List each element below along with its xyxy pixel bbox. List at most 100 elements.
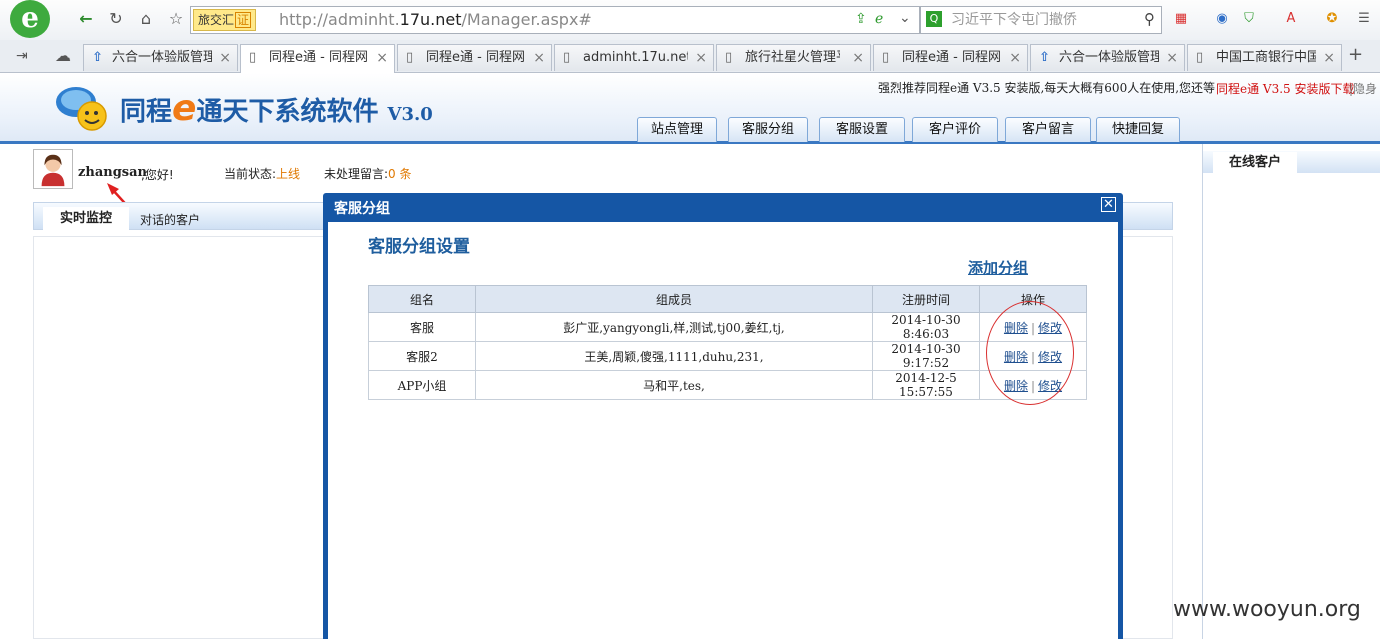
- search-engine-icon[interactable]: Q: [926, 11, 942, 27]
- close-tab-icon[interactable]: ×: [219, 45, 231, 71]
- close-tab-icon[interactable]: ×: [1009, 45, 1021, 71]
- url-domain: 17u.net: [399, 10, 462, 29]
- watermark: www.wooyun.org: [1173, 597, 1361, 622]
- close-tab-icon[interactable]: ×: [695, 45, 707, 71]
- invisible-link[interactable]: |隐身: [1349, 80, 1377, 97]
- back-arrow-icon[interactable]: ←: [75, 9, 97, 29]
- table-row: APP小组 马和平,tes, 2014-12-5 15:57:55 删除 | 修改: [368, 370, 1087, 400]
- sidebar-toggle-icon[interactable]: ⇥: [16, 48, 28, 64]
- upload-arrow-icon: ⇧: [1039, 50, 1050, 65]
- browser-tab[interactable]: ▯ 旅行社星火管理平 ×: [716, 44, 871, 71]
- tab-label: 同程e通 - 同程网: [902, 50, 1001, 65]
- tab-bar: ⇥ ☁ ⇧ 六合一体验版管理 × ▯ 同程e通 - 同程网 × ▯ 同程e通 -…: [0, 40, 1380, 73]
- browser-tab[interactable]: ⇧ 六合一体验版管理 ×: [1030, 44, 1185, 71]
- avatar: [33, 149, 73, 189]
- tab-realtime-monitor[interactable]: 实时监控: [43, 207, 129, 231]
- close-tab-icon[interactable]: ×: [1323, 45, 1335, 71]
- page-icon: ▯: [882, 50, 890, 65]
- add-group-link[interactable]: 添加分组: [968, 257, 1028, 278]
- pending-messages: 未处理留言:0 条: [324, 165, 412, 182]
- status-value[interactable]: 上线: [276, 167, 300, 181]
- search-icon[interactable]: ⚲: [1144, 10, 1155, 28]
- tab-label: 同程e通 - 同程网: [269, 50, 368, 65]
- security-icon[interactable]: ◉: [1213, 10, 1231, 28]
- tab-label: 六合一体验版管理: [112, 50, 212, 65]
- site-badge[interactable]: 旅交汇证: [193, 9, 257, 31]
- upload-arrow-icon: ⇧: [92, 50, 103, 65]
- home-icon[interactable]: ⌂: [135, 9, 157, 29]
- right-panel: [1202, 144, 1380, 639]
- browser-logo[interactable]: e: [10, 0, 50, 38]
- cloud-icon[interactable]: ☁: [55, 46, 71, 65]
- nav-tab-customer-messages[interactable]: 客户留言: [1005, 117, 1091, 142]
- ie-mode-icon[interactable]: ℯ: [875, 11, 883, 27]
- group-table: 组名 组成员 注册时间 操作 客服 彭广亚,yangyongli,样,测试,tj…: [368, 285, 1087, 400]
- annotation-circle: [986, 301, 1074, 405]
- column-header: 注册时间: [872, 285, 980, 313]
- translate-icon[interactable]: A: [1282, 10, 1300, 28]
- close-tab-icon[interactable]: ×: [533, 45, 545, 71]
- star-icon[interactable]: ☆: [165, 9, 187, 29]
- dialog-heading: 客服分组设置: [368, 237, 470, 257]
- brand-title: 同程e通天下系统软件 V3.0: [120, 88, 433, 129]
- tab-label: 六合一体验版管理: [1059, 50, 1159, 65]
- page-icon: ▯: [725, 50, 733, 65]
- status-caption: 当前状态:: [224, 167, 277, 181]
- table-row: 客服2 王美,周颖,傻强,1111,duhu,231, 2014-10-30 9…: [368, 341, 1087, 371]
- nav-tab-service-settings[interactable]: 客服设置: [819, 117, 905, 142]
- address-bar[interactable]: 旅交汇证 http://adminht.17u.net/Manager.aspx…: [190, 6, 920, 34]
- tab-chatting-customers[interactable]: 对话的客户: [140, 211, 200, 228]
- greeting: ,您好!: [141, 168, 174, 182]
- register-time: 2014-10-30 8:46:03: [872, 312, 980, 342]
- group-name: 客服: [368, 312, 476, 342]
- extension-icon[interactable]: ✪: [1323, 10, 1341, 28]
- page-icon: ▯: [249, 50, 257, 65]
- register-time: 2014-12-5 15:57:55: [872, 370, 980, 400]
- group-name: 客服2: [368, 341, 476, 371]
- nav-tab-customer-ratings[interactable]: 客户评价: [912, 117, 998, 142]
- nav-tab-service-groups[interactable]: 客服分组: [728, 117, 808, 142]
- badge-label: 旅交汇: [198, 13, 235, 27]
- tab-label: 旅行社星火管理平: [745, 50, 840, 65]
- nav-tab-site-management[interactable]: 站点管理: [637, 117, 717, 142]
- tab-online-customers[interactable]: 在线客户: [1213, 152, 1297, 174]
- close-tab-icon[interactable]: ×: [376, 45, 388, 71]
- promo-text: 强烈推荐同程e通 V3.5 安装版,每天大概有600人在使用,您还等: [878, 81, 1216, 95]
- browser-tab[interactable]: ▯ 同程e通 - 同程网 ×: [397, 44, 552, 71]
- messages-count[interactable]: 0 条: [388, 167, 411, 181]
- menu-icon[interactable]: ☰: [1355, 10, 1373, 28]
- close-tab-icon[interactable]: ×: [852, 45, 864, 71]
- browser-tab[interactable]: ▯ 中国工商银行中国 ×: [1187, 44, 1342, 71]
- close-tab-icon[interactable]: ×: [1166, 45, 1178, 71]
- browser-tab[interactable]: ⇧ 六合一体验版管理 ×: [83, 44, 238, 71]
- new-tab-button[interactable]: +: [1348, 44, 1363, 65]
- column-header: 组成员: [475, 285, 873, 313]
- tab-label: adminht.17u.net: [583, 50, 688, 65]
- page-icon: ▯: [563, 50, 571, 65]
- dropdown-chevron-icon[interactable]: ⌄: [899, 10, 911, 26]
- url-path: /Manager.aspx#: [461, 10, 592, 29]
- refresh-icon[interactable]: ↻: [105, 9, 127, 29]
- cert-badge: 证: [235, 12, 252, 28]
- nav-tab-quick-reply[interactable]: 快捷回复: [1096, 117, 1180, 142]
- browser-tab[interactable]: ▯ adminht.17u.net ×: [554, 44, 714, 71]
- url-text[interactable]: http://adminht.17u.net/Manager.aspx#: [279, 7, 592, 33]
- page-icon: ▯: [406, 50, 414, 65]
- shield-icon[interactable]: ⛉: [1240, 10, 1258, 28]
- apps-grid-icon[interactable]: ▦: [1172, 10, 1190, 28]
- browser-tab-active[interactable]: ▯ 同程e通 - 同程网 ×: [240, 44, 395, 73]
- tab-label: 中国工商银行中国: [1216, 50, 1316, 65]
- search-input[interactable]: 习近平下令屯门撤侨: [951, 7, 1077, 33]
- browser-tab[interactable]: ▯ 同程e通 - 同程网 ×: [873, 44, 1028, 71]
- share-icon[interactable]: ⇪: [855, 11, 867, 27]
- brand-suffix: 通天下系统软件: [196, 97, 379, 127]
- group-members: 王美,周颖,傻强,1111,duhu,231,: [475, 341, 873, 371]
- group-members: 马和平,tes,: [475, 370, 873, 400]
- table-row: 客服 彭广亚,yangyongli,样,测试,tj00,姜红,tj, 2014-…: [368, 312, 1087, 342]
- brand-version: V3.0: [387, 104, 433, 125]
- download-link[interactable]: 同程e通 V3.5 安装版下载: [1216, 80, 1354, 97]
- mascot-logo-icon: [56, 87, 107, 131]
- search-box[interactable]: Q 习近平下令屯门撤侨 ⚲: [920, 6, 1162, 34]
- close-icon[interactable]: ✕: [1101, 197, 1116, 212]
- page-icon: ▯: [1196, 50, 1204, 65]
